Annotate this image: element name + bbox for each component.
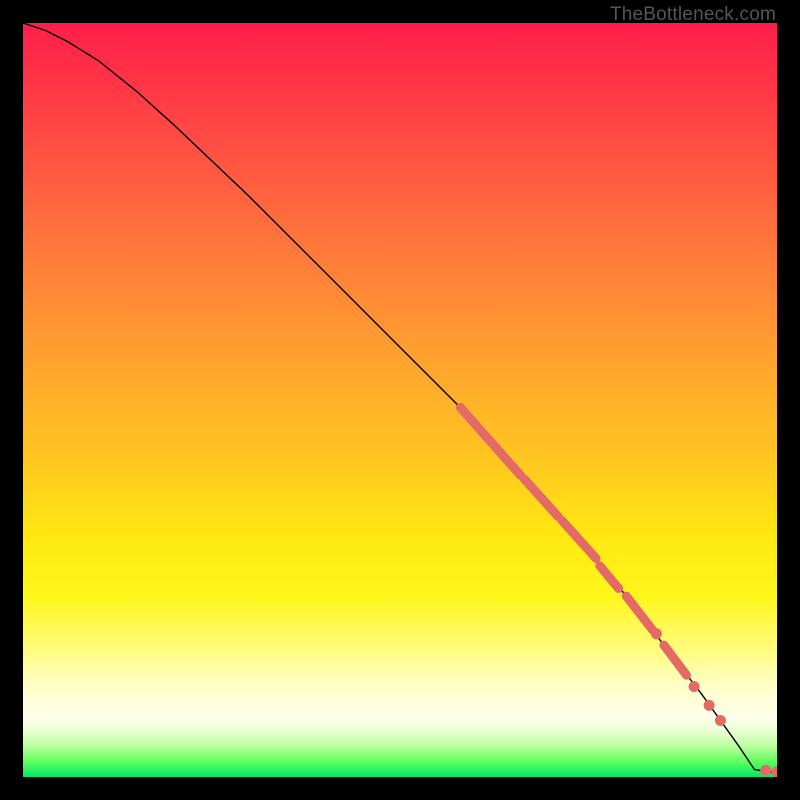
highlight-segment [664, 645, 687, 675]
curve-line [23, 23, 777, 773]
highlight-point [689, 681, 700, 692]
chart-overlay [23, 23, 777, 777]
highlight-point [651, 628, 662, 639]
highlight-segment [460, 408, 520, 476]
plot-area [23, 23, 777, 777]
highlight-point [772, 766, 778, 777]
highlight-segment [626, 596, 652, 630]
highlight-segment [524, 479, 558, 517]
highlight-segment [600, 566, 619, 589]
highlight-point [704, 700, 715, 711]
highlight-point [760, 765, 771, 776]
highlight-segment [562, 521, 596, 559]
chart-frame: TheBottleneck.com [0, 0, 800, 800]
highlight-point [715, 715, 726, 726]
